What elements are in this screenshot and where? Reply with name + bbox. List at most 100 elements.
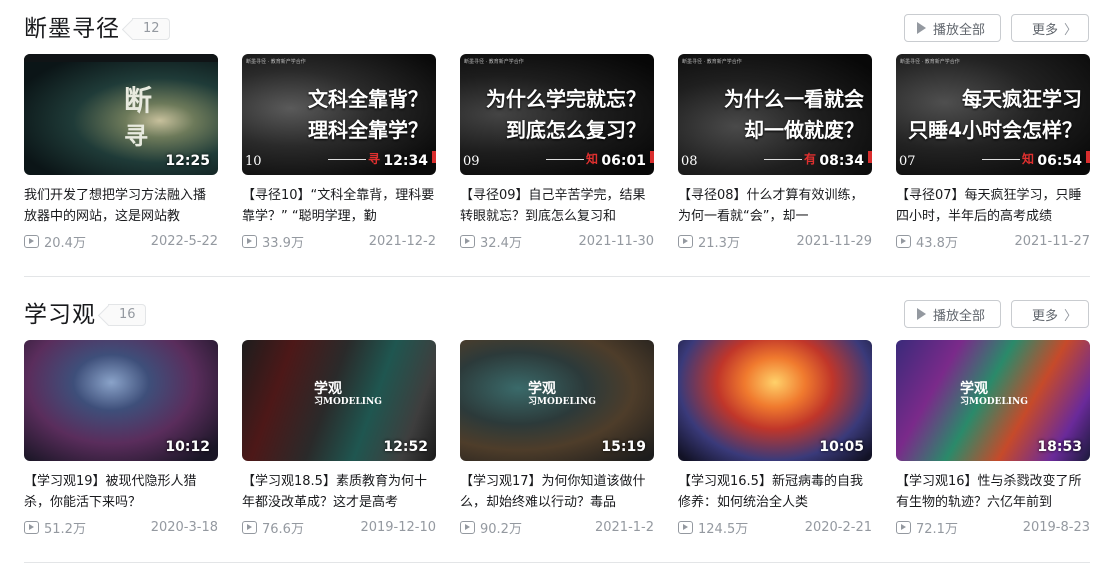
publish-date: 2020-3-18 [150,519,218,535]
episode-number: 10 [245,154,262,169]
video-duration: 08:34 [819,153,864,169]
publish-date: 2019-12-10 [360,519,436,535]
video-title[interactable]: 我们开发了想把学习方法融入播放器中的网站，这是网站教 [24,185,218,227]
video-meta: 20.4万 2022-5-22 [24,232,218,251]
video-duration: 18:53 [1037,439,1082,455]
publish-date: 2022-5-22 [150,233,218,249]
red-bar [1086,151,1090,163]
video-list: 10:12 【学习观19】被现代隐形人猎杀，你能活下来吗？ 51.2万 2020… [24,340,1090,537]
play-icon [917,22,926,34]
section-count-badge: 16 [108,304,146,326]
video-thumbnail[interactable]: 断墨寻径 · 教育新产学合作 文科全靠背？ 理科全靠学？ 10 寻 12:34 [242,54,436,175]
video-card[interactable]: 学观 习MODELING 12:52 【学习观18.5】素质教育为何十年都没改革… [242,340,436,537]
publish-date: 2020-2-21 [804,519,872,535]
video-thumbnail[interactable]: 10:12 [24,340,218,461]
video-thumbnail[interactable]: 断墨寻径 · 教育新产学合作 为什么学完就忘？ 到底怎么复习？ 09 知 06:… [460,54,654,175]
series-logo: 学观 习MODELING [960,382,1028,408]
view-count-value: 90.2万 [480,521,522,537]
episode-number: 07 [899,154,916,169]
chevron-right-icon: 〉 [1064,22,1078,38]
video-meta: 32.4万 2021-11-30 [460,232,654,251]
video-title[interactable]: 【寻径08】什么才算有效训练，为何一看就“会”，却一 [678,185,872,227]
publish-date: 2021-1-2 [594,519,654,535]
cover-tag: 知 [586,152,599,166]
cover-line [546,159,584,160]
publish-date: 2021-11-27 [1014,233,1090,249]
play-all-button[interactable]: 播放全部 [904,300,1001,328]
cover-line [982,159,1020,160]
cover-line [764,159,802,160]
video-thumbnail[interactable]: 学观 习MODELING 15:19 [460,340,654,461]
play-all-label: 播放全部 [933,308,986,324]
view-count-value: 21.3万 [698,235,740,251]
publish-date: 2021-12-2 [368,233,436,249]
series-logo-line2: 习MODELING [960,397,1028,407]
video-card[interactable]: 断墨寻径 · 教育新产学合作 为什么一看就会 却一做就废？ 08 有 08:34… [678,54,872,251]
video-title[interactable]: 【学习观16】性与杀戮改变了所有生物的轨迹？六亿年前到 [896,471,1090,513]
cover-strip: 断墨寻径 · 教育新产学合作 [682,59,742,65]
episode-number: 08 [681,154,698,169]
video-card[interactable]: 学观 习MODELING 18:53 【学习观16】性与杀戮改变了所有生物的轨迹… [896,340,1090,537]
more-button[interactable]: 更多 〉 [1011,14,1089,42]
section-title[interactable]: 断墨寻径 [24,14,120,44]
publish-date: 2021-11-29 [796,233,872,249]
video-thumbnail[interactable]: 学观 习MODELING 18:53 [896,340,1090,461]
video-thumbnail[interactable]: 10:05 [678,340,872,461]
video-title[interactable]: 【学习观18.5】素质教育为何十年都没改革成？这才是高考 [242,471,436,513]
play-all-label: 播放全部 [933,22,986,38]
view-count: 21.3万 [678,232,740,251]
view-count: 33.9万 [242,232,304,251]
video-duration: 12:52 [383,439,428,455]
video-thumbnail[interactable]: 断墨寻径 · 教育新产学合作 每天疯狂学习 只睡4小时会怎样？ 07 知 06:… [896,54,1090,175]
view-count: 90.2万 [460,518,522,537]
video-thumbnail[interactable]: 学观 习MODELING 12:52 [242,340,436,461]
cover-logo: 断 寻 [124,84,152,153]
play-count-icon [460,520,475,534]
video-title[interactable]: 【学习观16.5】新冠病毒的自我修养：如何统治全人类 [678,471,872,513]
view-count-value: 32.4万 [480,235,522,251]
video-card[interactable]: 断 寻 12:25 我们开发了想把学习方法融入播放器中的网站，这是网站教 20.… [24,54,218,251]
video-title[interactable]: 【学习观17】为何你知道该做什么，却始终难以行动？毒品 [460,471,654,513]
play-all-button[interactable]: 播放全部 [904,14,1001,42]
cover-text: 为什么学完就忘？ 到底怎么复习？ [486,87,646,142]
video-title[interactable]: 【寻径07】每天疯狂学习，只睡四小时，半年后的高考成绩 [896,185,1090,227]
video-meta: 124.5万 2020-2-21 [678,518,872,537]
play-count-icon [896,520,911,534]
play-count-icon [460,234,475,248]
view-count: 32.4万 [460,232,522,251]
video-meta: 72.1万 2019-8-23 [896,518,1090,537]
view-count-value: 72.1万 [916,521,958,537]
play-count-icon [24,520,39,534]
video-thumbnail[interactable]: 断墨寻径 · 教育新产学合作 为什么一看就会 却一做就废？ 08 有 08:34 [678,54,872,175]
view-count-value: 43.8万 [916,235,958,251]
video-card[interactable]: 断墨寻径 · 教育新产学合作 文科全靠背？ 理科全靠学？ 10 寻 12:34 … [242,54,436,251]
more-label: 更多 [1032,308,1059,324]
more-button[interactable]: 更多 〉 [1011,300,1089,328]
video-duration: 15:19 [601,439,646,455]
series-logo-line2: 习MODELING [314,397,382,407]
play-count-icon [678,234,693,248]
play-count-icon [242,520,257,534]
cover-tag: 知 [1022,152,1035,166]
red-bar [650,151,654,163]
video-thumbnail[interactable]: 断 寻 12:25 [24,54,218,175]
section-divider [24,276,1090,277]
series-logo: 学观 习MODELING [314,382,382,408]
video-title[interactable]: 【寻径10】“文科全靠背，理科要靠学？” “聪明学理，勤 [242,185,436,227]
section-title[interactable]: 学习观 [24,300,96,330]
video-card[interactable]: 断墨寻径 · 教育新产学合作 每天疯狂学习 只睡4小时会怎样？ 07 知 06:… [896,54,1090,251]
video-meta: 33.9万 2021-12-2 [242,232,436,251]
video-title[interactable]: 【寻径09】自己辛苦学完，结果转眼就忘？到底怎么复习和 [460,185,654,227]
video-card[interactable]: 学观 习MODELING 15:19 【学习观17】为何你知道该做什么，却始终难… [460,340,654,537]
more-label: 更多 [1032,22,1059,38]
episode-number: 09 [463,154,480,169]
video-card[interactable]: 10:12 【学习观19】被现代隐形人猎杀，你能活下来吗？ 51.2万 2020… [24,340,218,537]
cover-logo-big: 断 [124,84,153,117]
chevron-right-icon: 〉 [1064,308,1078,324]
video-card[interactable]: 10:05 【学习观16.5】新冠病毒的自我修养：如何统治全人类 124.5万 … [678,340,872,537]
video-card[interactable]: 断墨寻径 · 教育新产学合作 为什么学完就忘？ 到底怎么复习？ 09 知 06:… [460,54,654,251]
section-header: 学习观 16 [24,300,146,330]
video-duration: 06:01 [601,153,646,169]
publish-date: 2019-8-23 [1022,519,1090,535]
video-title[interactable]: 【学习观19】被现代隐形人猎杀，你能活下来吗？ [24,471,218,513]
